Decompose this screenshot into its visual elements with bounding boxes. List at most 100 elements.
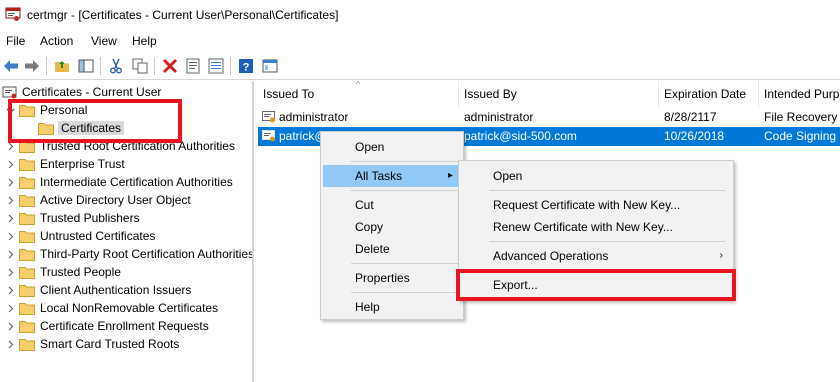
chevron-right-icon[interactable] — [4, 176, 16, 188]
menu-item-delete[interactable]: Delete — [323, 238, 461, 260]
menu-item-label: Advanced Operations — [493, 249, 609, 263]
show-hide-tree-icon[interactable] — [77, 57, 95, 75]
menu-separator — [351, 292, 459, 293]
tree-item-store[interactable]: Trusted Publishers — [4, 209, 140, 227]
tree-item-store[interactable]: Third-Party Root Certification Authoriti… — [4, 245, 254, 263]
tree-item-store[interactable]: Trusted Root Certification Authorities — [4, 137, 235, 155]
chevron-right-icon[interactable] — [4, 230, 16, 242]
chevron-right-icon[interactable] — [4, 248, 16, 260]
tree-item-store[interactable]: Active Directory User Object — [4, 191, 191, 209]
menu-item-label: All Tasks — [355, 169, 403, 183]
menu-item-all-tasks[interactable]: All Tasks ▸ — [323, 165, 461, 187]
menu-view[interactable]: View — [91, 34, 117, 48]
column-header-intended-purposes[interactable]: Intended Purp — [759, 81, 840, 107]
delete-icon[interactable] — [161, 57, 179, 75]
menu-item-request-certificate-new-key[interactable]: Request Certificate with New Key... — [461, 194, 731, 216]
copy-icon[interactable] — [131, 57, 149, 75]
folder-open-icon — [38, 122, 54, 135]
chevron-right-icon[interactable] — [4, 338, 16, 350]
cell-issued-to: administrator — [279, 110, 349, 124]
menu-item-help[interactable]: Help — [323, 296, 461, 318]
tree-item-personal[interactable]: Personal — [4, 101, 87, 119]
chevron-right-icon[interactable] — [4, 320, 16, 332]
chevron-right-icon[interactable] — [4, 284, 16, 296]
tree-item-label: Active Directory User Object — [40, 193, 191, 207]
menu-item-properties[interactable]: Properties — [323, 267, 461, 289]
sort-arrow-icon: ^ — [356, 81, 361, 89]
title-bar: certmgr - [Certificates - Current User\P… — [0, 0, 840, 30]
tree-item-store[interactable]: Intermediate Certification Authorities — [4, 173, 233, 191]
certificate-icon — [262, 130, 275, 142]
tree-item-store[interactable]: Enterprise Trust — [4, 155, 125, 173]
toolbar: ? — [0, 52, 840, 80]
help-icon[interactable]: ? — [237, 57, 255, 75]
tree-item-store[interactable]: Untrusted Certificates — [4, 227, 155, 245]
menu-separator — [351, 190, 459, 191]
all-tasks-submenu: Open Request Certificate with New Key...… — [458, 160, 734, 301]
tree-item-store[interactable]: Smart Card Trusted Roots — [4, 335, 179, 353]
tree-item-store[interactable]: Trusted People — [4, 263, 121, 281]
table-row[interactable]: administrator administrator 8/28/2117 Fi… — [258, 108, 840, 127]
properties-icon[interactable] — [184, 57, 202, 75]
chevron-right-icon[interactable] — [4, 194, 16, 206]
chevron-right-icon[interactable] — [4, 266, 16, 278]
forward-arrow-icon[interactable] — [23, 57, 41, 75]
menu-item-renew-certificate-new-key[interactable]: Renew Certificate with New Key... — [461, 216, 731, 238]
back-arrow-icon[interactable] — [2, 57, 20, 75]
toolbar-separator — [100, 57, 101, 75]
up-folder-icon[interactable] — [53, 57, 71, 75]
menu-item-advanced-operations[interactable]: Advanced Operations › — [461, 245, 731, 267]
menu-item-copy[interactable]: Copy — [323, 216, 461, 238]
tree-item-label: Certificates — [58, 121, 125, 135]
chevron-right-icon[interactable] — [4, 140, 16, 152]
tree-item-label: Enterprise Trust — [40, 157, 125, 171]
svg-text:?: ? — [243, 62, 250, 74]
menu-action[interactable]: Action — [40, 34, 73, 48]
menu-separator — [489, 241, 725, 242]
tree-item-label: Personal — [40, 103, 88, 117]
tree-item-label: Third-Party Root Certification Authoriti… — [40, 247, 254, 261]
menu-separator — [489, 190, 725, 191]
folder-icon — [19, 284, 35, 297]
cut-icon[interactable] — [107, 57, 125, 75]
menu-item-open[interactable]: Open — [461, 165, 731, 187]
folder-icon — [19, 248, 35, 261]
column-header-issued-to[interactable]: Issued To ^ — [258, 81, 459, 107]
menu-item-export[interactable]: Export... — [461, 274, 731, 296]
column-label: Intended Purp — [764, 87, 840, 101]
menu-item-open[interactable]: Open — [323, 136, 461, 158]
tree-item-store[interactable]: Client Authentication Issuers — [4, 281, 191, 299]
folder-icon — [19, 212, 35, 225]
tree-item-certificates[interactable]: Certificates — [38, 119, 125, 137]
tree-pane: Certificates - Current User Personal Cer… — [0, 81, 254, 382]
column-header-expiration-date[interactable]: Expiration Date — [659, 81, 759, 107]
chevron-down-icon[interactable] — [4, 104, 16, 116]
chevron-right-icon[interactable] — [4, 212, 16, 224]
chevron-right-icon[interactable] — [4, 158, 16, 170]
toolbar-separator — [230, 57, 231, 75]
menu-item-cut[interactable]: Cut — [323, 194, 461, 216]
menu-help[interactable]: Help — [132, 34, 157, 48]
column-label: Issued By — [464, 87, 517, 101]
export-list-icon[interactable] — [207, 57, 225, 75]
cell-expiration-date: 10/26/2018 — [664, 129, 725, 143]
folder-icon — [19, 140, 35, 153]
chevron-right-icon[interactable] — [4, 302, 16, 314]
chevron-right-icon: ▸ — [447, 170, 453, 181]
menu-file[interactable]: File — [6, 34, 25, 48]
column-label: Issued To — [263, 87, 315, 101]
folder-icon — [19, 266, 35, 279]
tree-item-store[interactable]: Local NonRemovable Certificates — [4, 299, 218, 317]
folder-icon — [19, 230, 35, 243]
console-icon[interactable] — [261, 57, 279, 75]
certmgr-app-icon — [5, 7, 21, 21]
cell-issued-by: patrick@sid-500.com — [464, 129, 577, 143]
cell-intended-purposes: File Recovery — [764, 110, 838, 124]
column-header-issued-by[interactable]: Issued By — [459, 81, 659, 107]
cell-expiration-date: 8/28/2117 — [664, 110, 717, 124]
tree-root-label: Certificates - Current User — [22, 85, 162, 99]
tree-item-store[interactable]: Certificate Enrollment Requests — [4, 317, 209, 335]
tree-root[interactable]: Certificates - Current User — [2, 83, 161, 101]
chevron-right-icon: › — [719, 250, 723, 261]
cell-issued-by: administrator — [464, 110, 534, 124]
